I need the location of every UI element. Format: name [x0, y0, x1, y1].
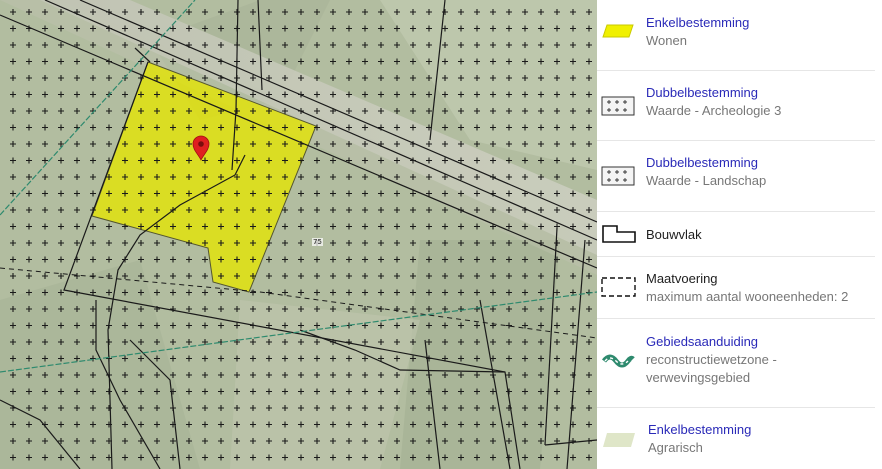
legend-item-gebiedsaanduiding: Gebiedsaanduiding reconstructiewetzone -…	[597, 333, 875, 391]
divider	[597, 70, 875, 71]
divider	[597, 407, 875, 408]
legend-subtitle-2: verwevingsgebied	[646, 370, 751, 385]
divider	[597, 256, 875, 257]
dashed-rect-icon	[601, 276, 637, 303]
map-view[interactable]: 75	[0, 0, 597, 469]
legend-subtitle: Agrarisch	[648, 440, 703, 455]
legend-item-maatvoering: Maatvoering maximum aantal wooneenheden:…	[597, 270, 875, 310]
divider	[597, 211, 875, 212]
legend-title[interactable]: Dubbelbestemming	[646, 84, 781, 102]
legend-subtitle: maximum aantal wooneenheden: 2	[646, 289, 849, 304]
legend-title[interactable]: Enkelbestemming	[648, 421, 751, 439]
divider	[597, 140, 875, 141]
legend-title: Maatvoering	[646, 271, 718, 286]
cross-hatch-icon	[601, 166, 635, 191]
archeologie-pattern	[0, 0, 597, 469]
legend-subtitle: Wonen	[646, 33, 687, 48]
legend-item-bouwvlak: Bouwvlak	[597, 224, 875, 250]
legend-item-landschap: Dubbelbestemming Waarde - Landschap	[597, 154, 875, 194]
legend-title[interactable]: Dubbelbestemming	[646, 154, 766, 172]
cross-hatch-icon	[601, 96, 635, 121]
legend-subtitle: Waarde - Landschap	[646, 173, 767, 188]
legend-subtitle: Waarde - Archeologie 3	[646, 103, 782, 118]
legend-title[interactable]: Enkelbestemming	[646, 14, 749, 32]
legend-subtitle: reconstructiewetzone -	[646, 352, 777, 367]
legend-item-archeologie: Dubbelbestemming Waarde - Archeologie 3	[597, 84, 875, 124]
legend-title: Bouwvlak	[646, 227, 702, 242]
green-chain-icon	[601, 351, 635, 376]
map-canvas[interactable]	[0, 0, 597, 469]
legend-item-agrarisch: Enkelbestemming Agrarisch	[597, 421, 875, 461]
legend-item-wonen: Enkelbestemming Wonen	[597, 14, 875, 54]
legend-panel: Enkelbestemming Wonen Dubbelbestemming W…	[597, 0, 882, 469]
divider	[597, 318, 875, 319]
bouwvlak-icon	[601, 224, 637, 249]
agrarisch-fill-icon	[601, 431, 637, 454]
parcel-number-label: 75	[312, 238, 323, 246]
yellow-fill-icon	[601, 22, 635, 45]
legend-title[interactable]: Gebiedsaanduiding	[646, 333, 777, 351]
